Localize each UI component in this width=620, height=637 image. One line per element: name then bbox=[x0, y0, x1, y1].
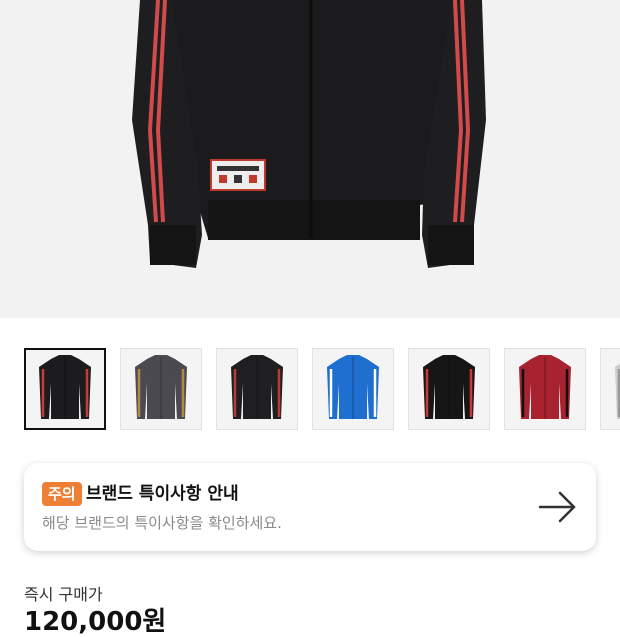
thumb-blue-jacket[interactable] bbox=[312, 348, 394, 430]
thumb-grey-gold-jacket[interactable] bbox=[120, 348, 202, 430]
thumb-partial[interactable] bbox=[600, 348, 620, 430]
jacket-illustration bbox=[132, 0, 486, 268]
thumb-black-red-jacket[interactable] bbox=[24, 348, 106, 430]
jacket-thumbnail-icon bbox=[135, 355, 187, 419]
product-hero-image[interactable] bbox=[0, 0, 620, 318]
thumb-red-pattern-jacket[interactable] bbox=[504, 348, 586, 430]
thumbnail-strip bbox=[24, 348, 620, 432]
instant-buy-price-label: 즉시 구매가 bbox=[24, 585, 103, 604]
jacket-thumbnail-icon bbox=[327, 355, 379, 419]
notice-title: 브랜드 특이사항 안내 bbox=[86, 484, 239, 504]
jacket-thumbnail-icon bbox=[519, 355, 571, 419]
thumb-black-red-jacket-alt[interactable] bbox=[216, 348, 298, 430]
jacket-thumbnail-icon bbox=[423, 355, 475, 419]
notice-description: 해당 브랜드의 특이사항을 확인하세요. bbox=[42, 514, 282, 532]
arrow-right-icon[interactable] bbox=[538, 490, 578, 524]
thumb-black-red-sleeve-jacket[interactable] bbox=[408, 348, 490, 430]
jacket-thumbnail-icon bbox=[231, 355, 283, 419]
jacket-thumbnail-icon bbox=[615, 363, 620, 419]
brand-notice-card[interactable]: 주의 브랜드 특이사항 안내 해당 브랜드의 특이사항을 확인하세요. bbox=[24, 463, 596, 551]
caution-badge: 주의 bbox=[42, 482, 82, 506]
instant-buy-price-value: 120,000원 bbox=[24, 607, 167, 637]
jacket-thumbnail-icon bbox=[39, 355, 91, 419]
